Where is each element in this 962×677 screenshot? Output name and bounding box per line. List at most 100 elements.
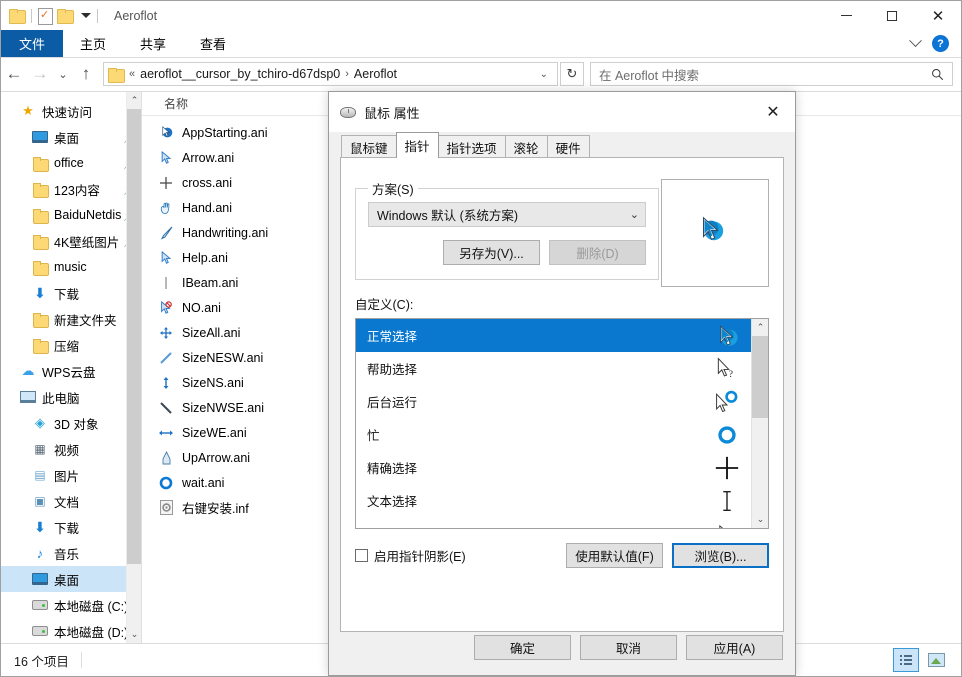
cursor-list-item-text-select[interactable]: 文本选择 [356, 484, 768, 517]
cancel-button[interactable]: 取消 [580, 634, 677, 660]
folder-icon[interactable] [9, 9, 26, 24]
download-icon: ⬇ [34, 518, 46, 535]
dialog-close-button[interactable]: ✕ [751, 92, 795, 132]
breadcrumb-current[interactable]: Aeroflot [354, 67, 397, 81]
cursor-list-item-precision-select[interactable]: 精确选择 [356, 451, 768, 484]
cursor-list-item-partial[interactable] [356, 517, 768, 528]
nav-item-123content[interactable]: 123内容 📌 [1, 176, 141, 202]
scroll-down-icon[interactable]: ⌄ [752, 511, 768, 528]
tab-buttons[interactable]: 鼠标键 [341, 135, 397, 158]
no-cursor-icon [156, 299, 176, 317]
nav-item-this-pc[interactable]: 此电脑 [1, 384, 141, 410]
cursor-list-item-busy[interactable]: 忙 [356, 418, 768, 451]
recent-locations-button[interactable]: ⌄ [53, 61, 73, 87]
properties-icon[interactable] [38, 8, 53, 25]
save-as-button[interactable]: 另存为(V)... [443, 240, 540, 265]
nav-item-label: music [54, 260, 87, 274]
cursor-list-item-working-in-background[interactable]: 后台运行 [356, 385, 768, 418]
file-name: SizeNS.ani [182, 375, 244, 390]
close-button[interactable]: ✕ [915, 1, 961, 30]
thumbnail-view-icon [927, 653, 945, 667]
nav-item-desktop[interactable]: 桌面 📌 [1, 124, 141, 150]
ribbon-tab-view[interactable]: 查看 [183, 30, 243, 57]
window-controls: ✕ [823, 1, 961, 30]
sizenwse-cursor-icon [156, 399, 176, 417]
scrollbar-thumb[interactable] [752, 336, 768, 418]
cursor-item-label: 帮助选择 [367, 363, 418, 377]
browse-button[interactable]: 浏览(B)... [672, 543, 769, 568]
view-mode-buttons [893, 648, 961, 672]
cursor-listbox[interactable]: 正常选择 帮助选择 ? 后台运行 忙 精确选择 文本选择 ⌃ ⌄ [355, 318, 769, 529]
tab-hardware[interactable]: 硬件 [546, 135, 590, 158]
nav-item-downloads-qa[interactable]: ⬇ 下载 [1, 280, 141, 306]
refresh-button[interactable]: ↻ [560, 62, 584, 86]
dropdown-caret-icon[interactable] [81, 13, 91, 18]
nav-item-compressed[interactable]: 压缩 [1, 332, 141, 358]
breadcrumb-parent[interactable]: aeroflot__cursor_by_tchiro-d67dsp0 [140, 67, 340, 81]
new-folder-icon[interactable] [57, 9, 74, 24]
nav-item-drive-d[interactable]: 本地磁盘 (D:) [1, 618, 141, 643]
address-overflow-icon[interactable]: « [129, 68, 135, 80]
tab-wheel[interactable]: 滚轮 [504, 135, 548, 158]
back-button[interactable]: ← [1, 61, 27, 87]
chevron-down-icon[interactable]: ⌄ [630, 208, 639, 221]
enable-pointer-shadow-checkbox[interactable] [355, 549, 368, 562]
scroll-up-icon[interactable]: ⌃ [127, 92, 141, 109]
nav-item-label: 新建文件夹 [54, 313, 117, 328]
listbox-scrollbar[interactable]: ⌃ ⌄ [751, 319, 768, 528]
up-button[interactable]: ↑ [73, 61, 99, 87]
cross-cursor-icon [156, 174, 176, 192]
nav-item-wps-cloud[interactable]: ☁ WPS云盘 [1, 358, 141, 384]
minimize-button[interactable] [823, 1, 869, 30]
scroll-up-icon[interactable]: ⌃ [752, 319, 768, 336]
chevron-down-icon[interactable] [909, 34, 922, 48]
tab-pointers[interactable]: 指针 [395, 132, 439, 158]
ok-button[interactable]: 确定 [474, 634, 571, 660]
nav-item-4k-wallpaper[interactable]: 4K壁纸图片 📌 [1, 228, 141, 254]
quick-access-toolbar: Aeroflot [1, 8, 157, 25]
help-icon[interactable]: ? [932, 35, 949, 52]
cursor-list-item-normal-select[interactable]: 正常选择 [356, 319, 768, 352]
search-icon[interactable] [931, 68, 944, 81]
nav-item-drive-c[interactable]: 本地磁盘 (C:) [1, 592, 141, 618]
cursor-list-item-help-select[interactable]: 帮助选择 ? [356, 352, 768, 385]
nav-item-downloads[interactable]: ⬇ 下载 [1, 514, 141, 540]
nav-item-office[interactable]: office 📌 [1, 150, 141, 176]
thumbnail-view-button[interactable] [923, 648, 949, 672]
details-view-button[interactable] [893, 648, 919, 672]
address-input[interactable]: « aeroflot__cursor_by_tchiro-d67dsp0 › A… [103, 62, 558, 86]
maximize-button[interactable] [869, 1, 915, 30]
column-header-name[interactable]: 名称 [164, 95, 188, 112]
nav-item-label: WPS云盘 [42, 365, 96, 380]
nav-item-quick-access[interactable]: ★ 快速访问 [1, 98, 141, 124]
forward-button[interactable]: → [27, 61, 53, 87]
ribbon-tab-file[interactable]: 文件 [1, 30, 64, 57]
search-input[interactable]: 在 Aeroflot 中搜索 [590, 62, 953, 86]
nav-item-baidunetdisk[interactable]: BaiduNetdis 📌 [1, 202, 141, 228]
scrollbar-thumb[interactable] [127, 109, 141, 564]
nav-item-music-folder[interactable]: music [1, 254, 141, 280]
use-default-button[interactable]: 使用默认值(F) [566, 543, 663, 568]
nav-item-music[interactable]: ♪ 音乐 [1, 540, 141, 566]
nav-item-new-folder[interactable]: 新建文件夹 [1, 306, 141, 332]
apply-button[interactable]: 应用(A) [686, 634, 783, 660]
folder-icon [31, 180, 49, 198]
star-icon: ★ [22, 103, 34, 118]
nav-item-label: 下载 [54, 287, 80, 302]
tab-pointer-options[interactable]: 指针选项 [437, 135, 506, 158]
nav-item-videos[interactable]: ▦ 视频 [1, 436, 141, 462]
file-name: Help.ani [182, 250, 228, 265]
file-name: Handwriting.ani [182, 225, 269, 240]
nav-item-documents[interactable]: ▣ 文档 [1, 488, 141, 514]
navpane-scrollbar[interactable]: ⌃ ⌄ [126, 92, 141, 643]
ribbon-tab-share[interactable]: 共享 [123, 30, 183, 57]
ribbon-tab-home[interactable]: 主页 [63, 30, 123, 57]
scheme-dropdown[interactable]: Windows 默认 (系统方案) ⌄ [368, 202, 646, 227]
scroll-down-icon[interactable]: ⌄ [127, 626, 141, 643]
toolbar-divider-2 [97, 8, 98, 23]
nav-item-pictures[interactable]: ▤ 图片 [1, 462, 141, 488]
nav-item-desktop-selected[interactable]: 桌面 [1, 566, 141, 592]
nav-item-3d-objects[interactable]: ◈ 3D 对象 [1, 410, 141, 436]
cursor-preview-box [661, 179, 769, 287]
address-dropdown-icon[interactable]: ⌄ [535, 69, 553, 80]
